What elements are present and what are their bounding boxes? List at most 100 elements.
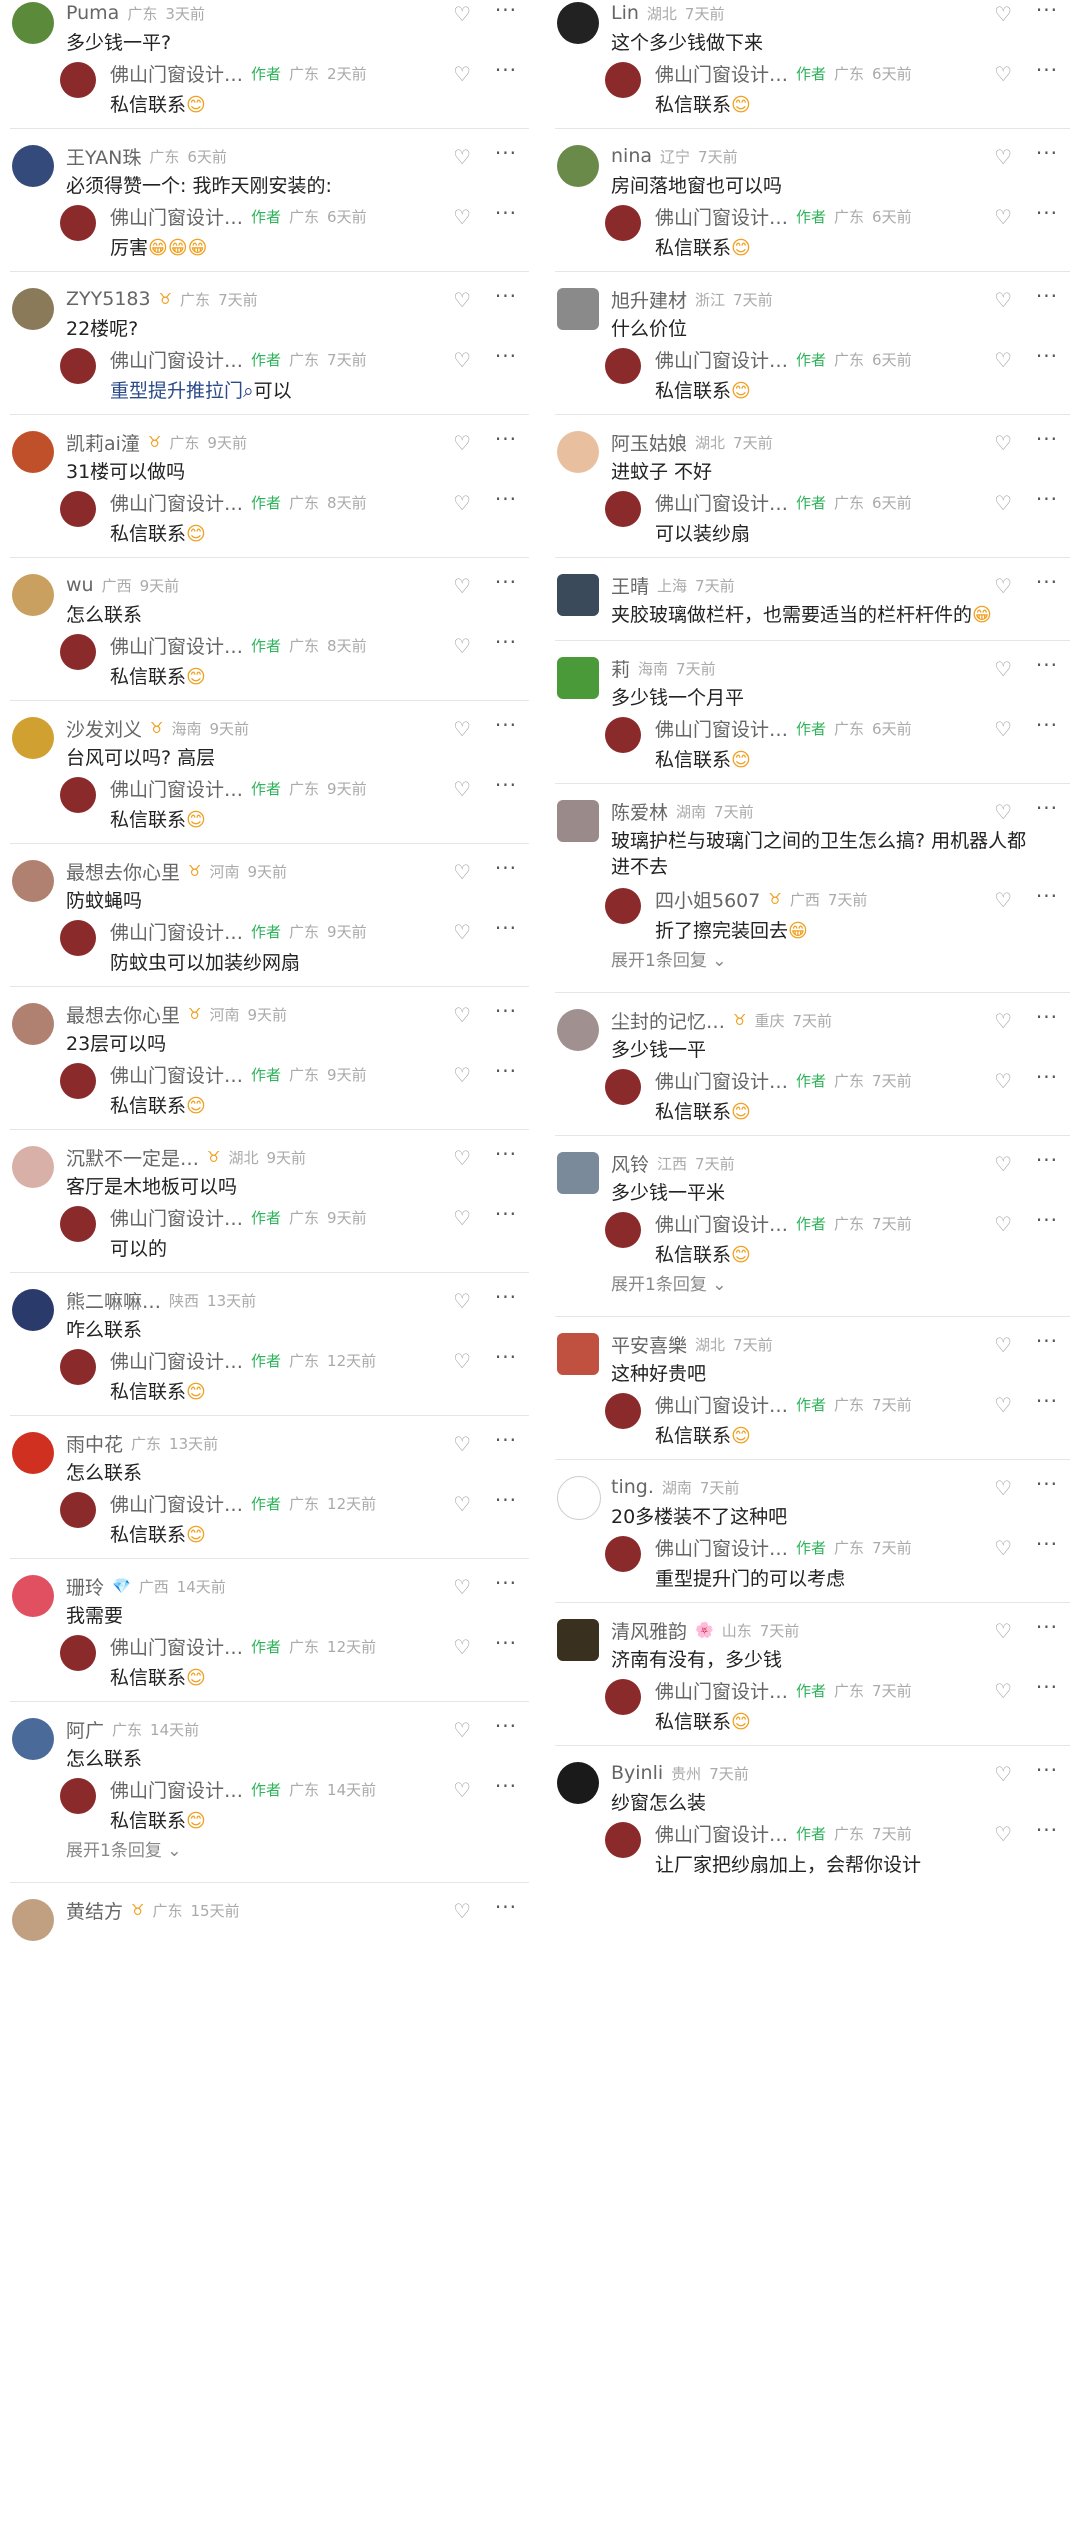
username[interactable]: 最想去你心里 — [66, 1001, 180, 1028]
avatar[interactable] — [605, 205, 641, 241]
heart-outline-icon[interactable]: ♡ — [994, 1679, 1012, 1703]
more-dots-icon[interactable]: ··· — [1036, 58, 1058, 82]
heart-outline-icon[interactable]: ♡ — [453, 348, 471, 372]
heart-outline-icon[interactable]: ♡ — [994, 1536, 1012, 1560]
heart-outline-icon[interactable]: ♡ — [453, 717, 471, 741]
expand-replies[interactable]: 展开1条回复 ⌄ — [611, 942, 1080, 980]
more-dots-icon[interactable]: ··· — [1036, 487, 1058, 511]
more-dots-icon[interactable]: ··· — [495, 1571, 517, 1595]
avatar[interactable] — [12, 288, 54, 330]
heart-outline-icon[interactable]: ♡ — [994, 1393, 1012, 1417]
more-dots-icon[interactable]: ··· — [495, 713, 517, 737]
avatar[interactable] — [60, 1349, 96, 1385]
more-dots-icon[interactable]: ··· — [495, 1714, 517, 1738]
heart-outline-icon[interactable]: ♡ — [453, 145, 471, 169]
username[interactable]: Lin — [611, 2, 639, 24]
avatar[interactable] — [557, 574, 599, 616]
username[interactable]: 莉 — [611, 655, 630, 682]
avatar[interactable] — [557, 2, 599, 44]
username[interactable]: 佛山门窗设计… — [110, 489, 243, 516]
username[interactable]: 佛山门窗设计… — [110, 632, 243, 659]
search-link[interactable]: 重型提升推拉门 — [110, 380, 243, 402]
more-dots-icon[interactable]: ··· — [495, 856, 517, 880]
username[interactable]: 沙发刘义 — [66, 715, 142, 742]
avatar[interactable] — [60, 920, 96, 956]
avatar[interactable] — [60, 62, 96, 98]
username[interactable]: 佛山门窗设计… — [110, 1776, 243, 1803]
heart-outline-icon[interactable]: ♡ — [453, 1289, 471, 1313]
username[interactable]: 四小姐5607 — [655, 886, 760, 913]
username[interactable]: Byinli — [611, 1762, 663, 1784]
avatar[interactable] — [60, 348, 96, 384]
avatar[interactable] — [60, 205, 96, 241]
username[interactable]: 佛山门窗设计… — [110, 346, 243, 373]
username[interactable]: 佛山门窗设计… — [110, 1061, 243, 1088]
heart-outline-icon[interactable]: ♡ — [453, 1718, 471, 1742]
more-dots-icon[interactable]: ··· — [1036, 1615, 1058, 1639]
heart-outline-icon[interactable]: ♡ — [994, 800, 1012, 824]
more-dots-icon[interactable]: ··· — [495, 916, 517, 940]
heart-outline-icon[interactable]: ♡ — [453, 634, 471, 658]
avatar[interactable] — [605, 1822, 641, 1858]
username[interactable]: 佛山门窗设计… — [655, 60, 788, 87]
heart-outline-icon[interactable]: ♡ — [994, 491, 1012, 515]
avatar[interactable] — [12, 860, 54, 902]
heart-outline-icon[interactable]: ♡ — [453, 1575, 471, 1599]
more-dots-icon[interactable]: ··· — [495, 141, 517, 165]
heart-outline-icon[interactable]: ♡ — [453, 1206, 471, 1230]
avatar[interactable] — [60, 1063, 96, 1099]
more-dots-icon[interactable]: ··· — [1036, 1389, 1058, 1413]
avatar[interactable] — [12, 1003, 54, 1045]
username[interactable]: 佛山门窗设计… — [110, 918, 243, 945]
heart-outline-icon[interactable]: ♡ — [994, 1069, 1012, 1093]
more-dots-icon[interactable]: ··· — [1036, 0, 1058, 22]
avatar[interactable] — [605, 717, 641, 753]
username[interactable]: 雨中花 — [66, 1430, 123, 1457]
username[interactable]: 凯莉ai潼 — [66, 429, 140, 456]
more-dots-icon[interactable]: ··· — [495, 1428, 517, 1452]
username[interactable]: 尘封的记忆… — [611, 1007, 725, 1034]
avatar[interactable] — [12, 1289, 54, 1331]
avatar[interactable] — [12, 1718, 54, 1760]
username[interactable]: 王YAN珠 — [66, 143, 141, 170]
heart-outline-icon[interactable]: ♡ — [994, 1009, 1012, 1033]
heart-outline-icon[interactable]: ♡ — [994, 574, 1012, 598]
username[interactable]: 王晴 — [611, 572, 649, 599]
username[interactable]: 佛山门窗设计… — [655, 1210, 788, 1237]
avatar[interactable] — [12, 2, 54, 44]
more-dots-icon[interactable]: ··· — [495, 1774, 517, 1798]
more-dots-icon[interactable]: ··· — [495, 1285, 517, 1309]
username[interactable]: 佛山门窗设计… — [110, 1204, 243, 1231]
avatar[interactable] — [60, 1635, 96, 1671]
username[interactable]: Puma — [66, 2, 119, 24]
username[interactable]: 平安喜樂 — [611, 1331, 687, 1358]
avatar[interactable] — [12, 431, 54, 473]
more-dots-icon[interactable]: ··· — [1036, 884, 1058, 908]
username[interactable]: 清风雅韵 — [611, 1617, 687, 1644]
more-dots-icon[interactable]: ··· — [1036, 284, 1058, 308]
more-dots-icon[interactable]: ··· — [495, 1631, 517, 1655]
heart-outline-icon[interactable]: ♡ — [994, 2, 1012, 26]
heart-outline-icon[interactable]: ♡ — [453, 1899, 471, 1923]
heart-outline-icon[interactable]: ♡ — [453, 205, 471, 229]
more-dots-icon[interactable]: ··· — [495, 999, 517, 1023]
avatar[interactable] — [60, 1492, 96, 1528]
username[interactable]: 风铃 — [611, 1150, 649, 1177]
expand-replies[interactable]: 展开1条回复 ⌄ — [611, 1266, 1080, 1304]
avatar[interactable] — [557, 1333, 599, 1375]
more-dots-icon[interactable]: ··· — [1036, 1005, 1058, 1029]
more-dots-icon[interactable]: ··· — [1036, 427, 1058, 451]
heart-outline-icon[interactable]: ♡ — [994, 431, 1012, 455]
more-dots-icon[interactable]: ··· — [495, 1202, 517, 1226]
more-dots-icon[interactable]: ··· — [1036, 201, 1058, 225]
more-dots-icon[interactable]: ··· — [1036, 1329, 1058, 1353]
username[interactable]: wu — [66, 574, 94, 596]
more-dots-icon[interactable]: ··· — [495, 58, 517, 82]
heart-outline-icon[interactable]: ♡ — [453, 1063, 471, 1087]
avatar[interactable] — [605, 1536, 641, 1572]
more-dots-icon[interactable]: ··· — [1036, 1148, 1058, 1172]
avatar[interactable] — [605, 1393, 641, 1429]
more-dots-icon[interactable]: ··· — [1036, 141, 1058, 165]
avatar[interactable] — [605, 888, 641, 924]
heart-outline-icon[interactable]: ♡ — [994, 205, 1012, 229]
